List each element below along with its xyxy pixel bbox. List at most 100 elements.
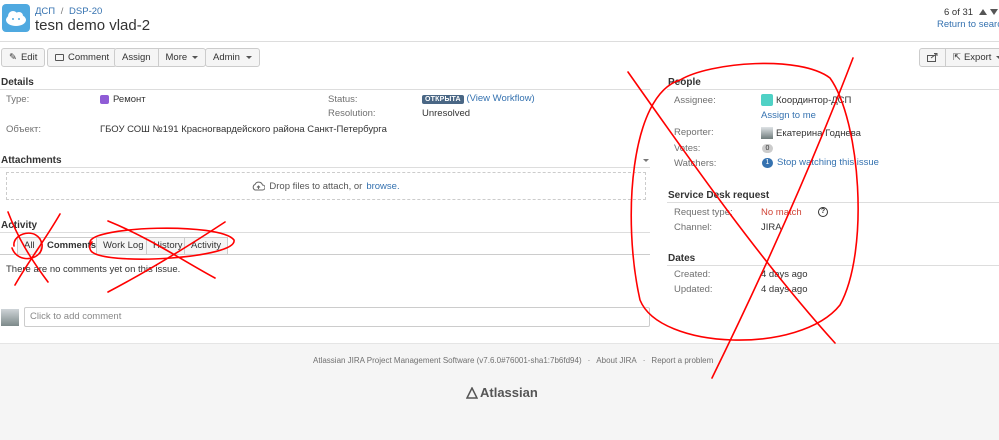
admin-button-label: Admin xyxy=(213,52,240,63)
watchers-label: Watchers: xyxy=(674,158,717,169)
project-avatar[interactable] xyxy=(2,4,30,32)
share-icon xyxy=(927,53,938,62)
assignee-label: Assignee: xyxy=(674,95,716,106)
type-value-text: Ремонт xyxy=(113,94,146,105)
activity-heading: Activity xyxy=(1,220,38,231)
reporter-name: Екатерина Годнева xyxy=(776,127,861,139)
attachment-dropzone[interactable]: Drop files to attach, or browse. xyxy=(6,172,646,200)
votes-badge[interactable]: 0 xyxy=(762,144,773,153)
export-icon: ⇱ xyxy=(953,52,961,63)
next-issue-icon[interactable] xyxy=(990,9,998,15)
tabs-baseline xyxy=(0,254,650,255)
breadcrumb-separator: / xyxy=(60,6,64,17)
annotation-scribble xyxy=(711,57,854,379)
share-export-group: ⇱ Export xyxy=(919,48,999,67)
channel-value: JIRA xyxy=(761,222,782,233)
chevron-down-icon xyxy=(245,56,252,59)
more-button[interactable]: More xyxy=(157,49,206,66)
assign-button-label: Assign xyxy=(122,52,151,63)
atlassian-logo-text: Atlassian xyxy=(480,385,538,400)
comment-button-label: Comment xyxy=(68,52,110,63)
upload-cloud-icon xyxy=(253,181,266,191)
footer-links: Atlassian JIRA Project Management Softwa… xyxy=(313,356,713,365)
details-heading: Details xyxy=(1,77,34,88)
return-to-search-link[interactable]: Return to search xyxy=(937,19,999,30)
repair-type-icon xyxy=(100,95,109,104)
created-label: Created: xyxy=(674,269,711,280)
status-value: ОТКРЫТА (View Workflow) xyxy=(422,93,535,104)
page-footer: Atlassian JIRA Project Management Softwa… xyxy=(0,343,999,440)
assignee-value[interactable]: Координтор-ДСП xyxy=(761,94,851,106)
object-label: Объект: xyxy=(6,124,41,135)
browse-link[interactable]: browse. xyxy=(366,181,399,192)
atlassian-logo-icon xyxy=(466,386,478,399)
assignee-name: Координтор-ДСП xyxy=(776,94,852,106)
created-value: 4 days ago xyxy=(761,269,808,280)
export-button[interactable]: ⇱ Export xyxy=(945,49,999,66)
attachments-heading: Attachments xyxy=(1,155,62,166)
breadcrumb-issue-key[interactable]: DSP-20 xyxy=(69,6,102,17)
assign-more-group: Assign More xyxy=(114,48,207,67)
reporter-avatar xyxy=(761,127,773,139)
updated-label: Updated: xyxy=(674,284,713,295)
votes-label: Votes: xyxy=(674,143,701,154)
stop-watching-link[interactable]: Stop watching this issue xyxy=(777,157,879,168)
dates-divider xyxy=(667,265,999,266)
footer-about-link[interactable]: About JIRA xyxy=(596,356,636,365)
issue-pager: 6 of 31 xyxy=(944,7,973,18)
tab-work-log[interactable]: Work Log xyxy=(96,237,151,255)
footer-separator: · xyxy=(642,356,646,365)
footer-software-link[interactable]: Atlassian JIRA Project Management Softwa… xyxy=(313,356,582,365)
details-divider xyxy=(0,89,650,90)
status-label: Status: xyxy=(328,94,358,105)
people-heading: People xyxy=(668,77,701,88)
page-title: tesn demo vlad-2 xyxy=(35,17,151,34)
add-comment-input[interactable]: Click to add comment xyxy=(24,307,650,327)
pager-count: 6 of 31 xyxy=(944,7,974,18)
breadcrumb: ДСП / DSP-20 xyxy=(35,6,102,17)
object-value: ГБОУ СОШ №191 Красногвардейского района … xyxy=(100,124,387,135)
activity-divider xyxy=(0,232,650,233)
comment-button[interactable]: Comment xyxy=(47,48,118,67)
attachments-options-icon[interactable] xyxy=(643,159,649,162)
type-value: Ремонт xyxy=(100,94,146,105)
no-comments-message: There are no comments yet on this issue. xyxy=(6,264,181,275)
reporter-label: Reporter: xyxy=(674,127,714,138)
admin-button[interactable]: Admin xyxy=(205,48,260,67)
watchers-value: 1 Stop watching this issue xyxy=(762,157,879,168)
request-type-value: No match xyxy=(761,207,802,218)
view-workflow-link[interactable]: (View Workflow) xyxy=(466,93,534,104)
header-divider xyxy=(0,41,999,42)
updated-value: 4 days ago xyxy=(761,284,808,295)
tab-comments[interactable]: Comments xyxy=(40,237,104,255)
service-desk-divider xyxy=(667,202,999,203)
export-button-label: Export xyxy=(963,52,992,63)
assign-button[interactable]: Assign xyxy=(115,49,158,66)
attachments-divider xyxy=(0,167,650,168)
chevron-down-icon xyxy=(192,56,199,59)
assignee-avatar xyxy=(761,94,773,106)
channel-label: Channel: xyxy=(674,222,713,233)
request-type-label: Request type: xyxy=(674,207,733,218)
cloud-icon xyxy=(6,11,26,26)
edit-button-label: Edit xyxy=(20,52,38,63)
atlassian-logo[interactable]: Atlassian xyxy=(466,385,538,400)
edit-button[interactable]: ✎ Edit xyxy=(1,48,46,67)
tab-all[interactable]: All xyxy=(17,237,42,255)
resolution-value: Unresolved xyxy=(422,108,471,119)
watchers-count-badge[interactable]: 1 xyxy=(762,157,773,168)
footer-report-link[interactable]: Report a problem xyxy=(651,356,713,365)
more-button-label: More xyxy=(165,52,188,63)
tab-activity[interactable]: Activity xyxy=(184,237,229,255)
breadcrumb-project[interactable]: ДСП xyxy=(35,6,55,17)
prev-issue-icon[interactable] xyxy=(979,9,987,15)
type-label: Type: xyxy=(6,94,30,105)
assign-to-me-link[interactable]: Assign to me xyxy=(761,110,816,121)
people-divider xyxy=(667,89,999,90)
reporter-value[interactable]: Екатерина Годнева xyxy=(761,127,861,139)
service-desk-heading: Service Desk request xyxy=(668,190,770,201)
help-icon[interactable]: ? xyxy=(818,207,828,217)
drop-files-text: Drop files to attach, or xyxy=(269,180,363,192)
pencil-icon: ✎ xyxy=(9,52,17,63)
share-button[interactable] xyxy=(920,49,945,66)
